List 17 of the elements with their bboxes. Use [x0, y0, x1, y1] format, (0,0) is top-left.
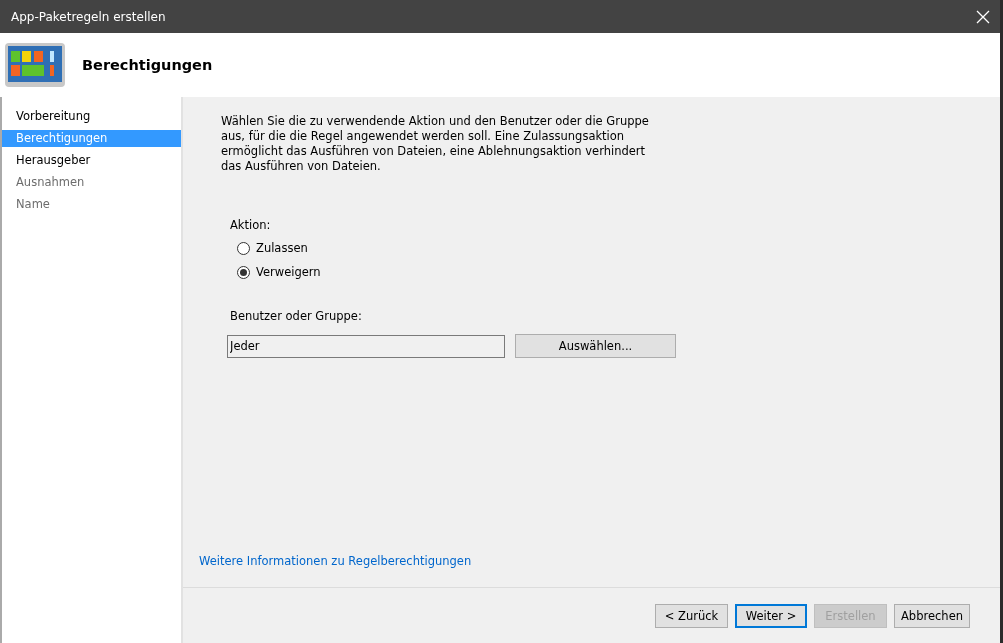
help-link[interactable]: Weitere Informationen zu Regelberechtigungen [199, 554, 472, 568]
wizard-button[interactable]: < Zurück [655, 603, 728, 628]
wizard-step[interactable]: Herausgeber [2, 152, 181, 169]
app-tiles-icon [4, 42, 66, 88]
select-button[interactable]: Auswählen... [515, 334, 676, 358]
page-heading: Berechtigungen [82, 57, 213, 73]
window-title: App-Paketregeln erstellen [11, 9, 166, 24]
description-text: Wählen Sie die zu verwendende Aktion und den Benutzer oder die Gruppe aus, für die die Regel angewendet werden soll. Eine Zulassungsaktion ermöglicht das Ausführen von Dateien, eine Ablehnungsaktion verhindert das Ausführen von Dateien. [221, 114, 650, 174]
radio-option[interactable]: Verweigern [237, 265, 1000, 279]
wizard-button[interactable]: Weiter > [735, 603, 807, 628]
wizard-button[interactable]: Abbrechen [894, 603, 970, 628]
user-group-label: Benutzer oder Gruppe: [230, 309, 363, 323]
close-icon[interactable] [976, 9, 990, 24]
wizard-step[interactable]: Vorbereitung [2, 108, 181, 125]
user-group-field[interactable]: Jeder [227, 334, 505, 358]
action-label: Aktion: [230, 218, 272, 232]
radio-option[interactable]: Zulassen [237, 241, 1000, 255]
